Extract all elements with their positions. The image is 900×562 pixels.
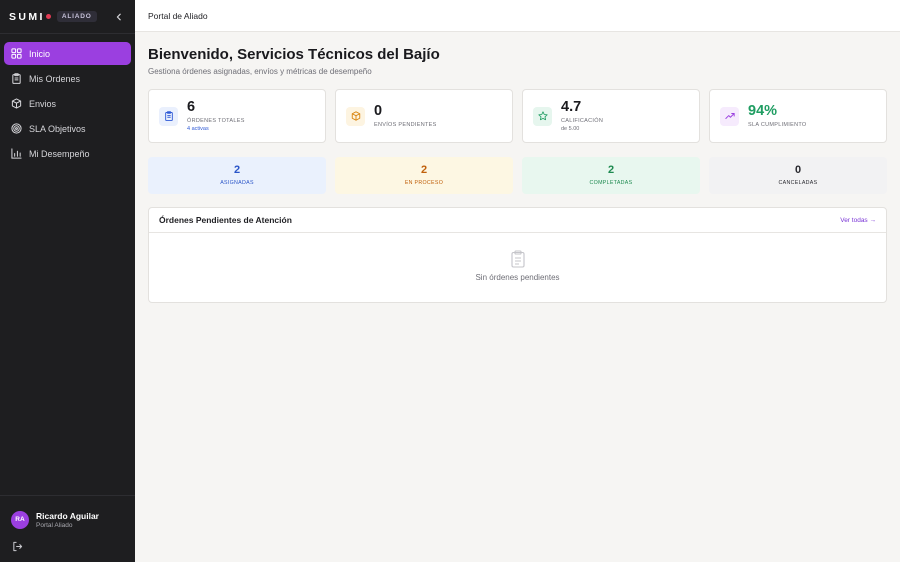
status-count: 2	[420, 164, 428, 176]
clipboard-icon	[510, 250, 525, 268]
stats-row: 6 ÓRDENES TOTALES 4 activas 0 ENVÍOS PEN…	[148, 89, 887, 143]
status-count: 2	[233, 164, 241, 176]
status-tile-canceladas[interactable]: 0 CANCELADAS	[709, 157, 887, 194]
sidebar-item-label: Mis Ordenes	[29, 73, 81, 84]
pending-orders-title: Órdenes Pendientes de Atención	[159, 215, 292, 225]
stat-icon-box	[533, 106, 552, 126]
main-content: Bienvenido, Servicios Técnicos del Bajío…	[148, 32, 887, 303]
clipboard-icon	[12, 73, 21, 84]
sidebar-nav: Inicio Mis Ordenes Envios SLA Objetivos …	[0, 34, 135, 165]
user-role: Portal Aliado	[36, 521, 73, 529]
sidebar-item-label: Envios	[29, 98, 57, 109]
stat-icon-box	[159, 106, 178, 126]
view-all-link[interactable]: Ver todas →	[840, 217, 876, 224]
package-icon	[351, 111, 360, 121]
stat-text: 94% SLA CUMPLIMIENTO	[748, 104, 807, 129]
dashboard-icon	[11, 48, 22, 59]
stat-card-calificacion: 4.7 CALIFICACIÓN de 5.00	[522, 89, 700, 143]
pending-orders-empty-state: Sin órdenes pendientes	[149, 233, 886, 282]
stat-label: ENVÍOS PENDIENTES	[374, 122, 437, 129]
pending-orders-panel: Órdenes Pendientes de Atención Ver todas…	[148, 207, 887, 303]
sidebar-item-label: Mi Desempeño	[29, 148, 90, 159]
chevron-left-icon	[116, 13, 121, 20]
page-title: Bienvenido, Servicios Técnicos del Bajío	[148, 46, 440, 63]
package-icon	[11, 98, 22, 109]
stat-text: 0 ENVÍOS PENDIENTES	[374, 104, 437, 129]
stat-card-sla: 94% SLA CUMPLIMIENTO	[709, 89, 887, 143]
status-label: EN PROCESO	[404, 180, 444, 186]
status-count: 0	[794, 164, 802, 176]
user-info: Ricardo Aguilar Portal Aliado	[36, 511, 99, 529]
sidebar-item-label: Inicio	[29, 48, 51, 59]
sidebar-item-mis-ordenes[interactable]: Mis Ordenes	[4, 67, 131, 90]
stat-card-envios: 0 ENVÍOS PENDIENTES	[335, 89, 513, 143]
status-summary-row: 2 ASIGNADAS 2 EN PROCESO 2 COMPLETADAS 0…	[148, 157, 887, 194]
brand-name: SUMI	[9, 10, 45, 23]
stat-value: 94%	[748, 102, 778, 119]
stat-value: 6	[187, 98, 196, 115]
sidebar-item-inicio[interactable]: Inicio	[4, 42, 131, 65]
stat-extra: 4 activas	[187, 126, 209, 133]
stat-value: 4.7	[561, 98, 582, 115]
brand-logo[interactable]: SUMI	[9, 11, 57, 23]
status-label: ASIGNADAS	[220, 180, 254, 186]
brand-dot	[45, 14, 51, 19]
stat-label: SLA CUMPLIMIENTO	[748, 122, 807, 129]
collapse-sidebar-button[interactable]	[112, 10, 126, 24]
target-icon	[11, 123, 22, 134]
user-name: Ricardo Aguilar	[36, 510, 99, 521]
stat-text: 6 ÓRDENES TOTALES 4 activas	[187, 100, 245, 133]
stat-icon-box	[720, 106, 739, 126]
trending-up-icon	[724, 113, 735, 119]
topbar-title: Portal de Aliado	[148, 10, 208, 21]
sidebar-item-envios[interactable]: Envios	[4, 92, 131, 115]
stat-extra: de 5.00	[561, 126, 580, 133]
page-subtitle: Gestiona órdenes asignadas, envíos y mét…	[148, 67, 372, 76]
star-icon	[537, 111, 548, 121]
stat-icon-box	[346, 106, 365, 126]
status-count: 2	[607, 164, 615, 176]
clipboard-icon	[164, 111, 173, 121]
status-tile-completadas[interactable]: 2 COMPLETADAS	[522, 157, 700, 194]
status-tile-en-proceso[interactable]: 2 EN PROCESO	[335, 157, 513, 194]
sidebar-item-mi-desempeno[interactable]: Mi Desempeño	[4, 142, 131, 165]
sidebar-item-label: SLA Objetivos	[29, 123, 86, 134]
aliado-badge: ALIADO	[56, 11, 97, 22]
sidebar: SUMI ALIADO Inicio Mis Ordenes Envios SL…	[0, 0, 135, 562]
brand-row: SUMI ALIADO	[0, 0, 135, 34]
stat-label: ÓRDENES TOTALES	[187, 118, 245, 125]
status-label: CANCELADAS	[778, 180, 818, 186]
stat-text: 4.7 CALIFICACIÓN de 5.00	[561, 100, 603, 133]
logout-icon[interactable]	[12, 541, 23, 552]
status-label: COMPLETADAS	[589, 180, 633, 186]
bar-chart-icon	[11, 148, 22, 159]
avatar: RA	[11, 510, 29, 529]
pending-orders-header: Órdenes Pendientes de Atención Ver todas…	[149, 208, 886, 233]
status-tile-asignadas[interactable]: 2 ASIGNADAS	[148, 157, 326, 194]
sidebar-item-sla-objetivos[interactable]: SLA Objetivos	[4, 117, 131, 140]
empty-state-text: Sin órdenes pendientes	[475, 273, 560, 282]
stat-card-ordenes: 6 ÓRDENES TOTALES 4 activas	[148, 89, 326, 143]
stat-value: 0	[374, 102, 383, 119]
stat-label: CALIFICACIÓN	[561, 118, 604, 125]
topbar: Portal de Aliado	[135, 0, 900, 32]
user-profile[interactable]: RA Ricardo Aguilar Portal Aliado	[0, 495, 135, 532]
